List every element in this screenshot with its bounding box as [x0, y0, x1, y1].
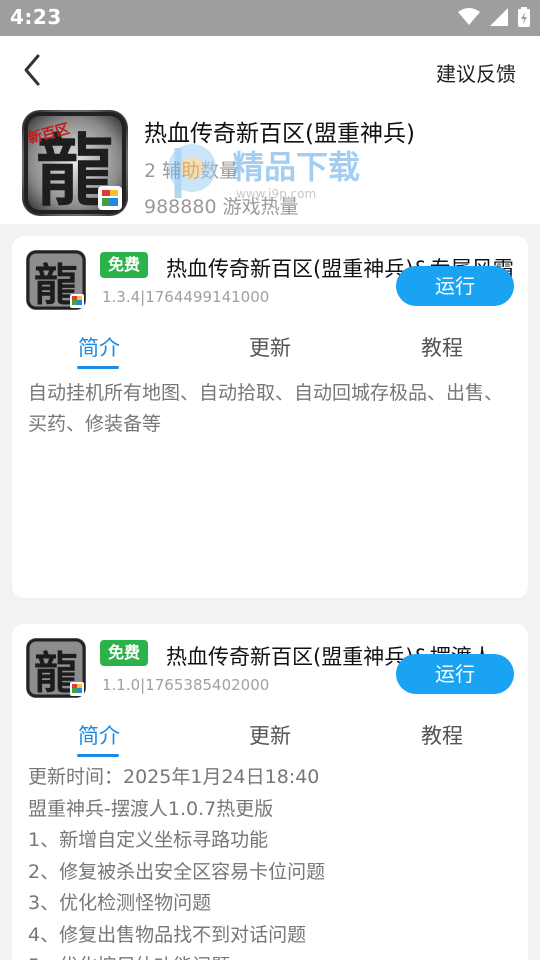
tab-update[interactable]: 更新 [249, 332, 291, 362]
free-badge: 免费 [100, 640, 149, 666]
run-button[interactable]: 运行 [396, 654, 514, 694]
plugin-icon: 龍 [26, 250, 86, 310]
changelog-line: 1、新增自定义坐标寻路功能 [28, 829, 269, 851]
tab-tutorial[interactable]: 教程 [421, 720, 463, 750]
plugin-description: 自动挂机所有地图、自动拾取、自动回城存极品、出售、买药、修装备等 [28, 382, 504, 435]
tab-intro[interactable]: 简介 [78, 720, 120, 750]
tab-intro[interactable]: 简介 [78, 332, 120, 362]
plugin-version: 1.1.0|1765385402000 [102, 676, 270, 694]
changelog-line: 3、优化检测怪物问题 [28, 892, 212, 914]
plugin-card: 龍 免费 热血传奇新百区(盟重神兵)&摆渡人 1.1.0|17653854020… [12, 624, 528, 960]
active-tab-indicator [77, 366, 119, 369]
svg-text:精品下载: 精品下载 [232, 148, 360, 186]
changelog-line: 2、修复被杀出安全区容易卡位问题 [28, 860, 326, 883]
plugin-icon: 龍 [26, 638, 86, 698]
plugin-tabs: 简介 更新 教程 [12, 326, 528, 370]
status-time: 4:23 [10, 5, 62, 29]
svg-text:www.j9p.com: www.j9p.com [236, 187, 316, 201]
plugin-card: 龍 免费 热血传奇新百区(盟重神兵)&专属风霜 1.3.4|1764499141… [12, 236, 528, 598]
plugin-tabs: 简介 更新 教程 [12, 714, 528, 758]
watermark-logo: 精品下载 www.j9p.com [168, 144, 360, 201]
tab-update[interactable]: 更新 [249, 720, 291, 750]
plugin-changelog: 更新时间：2025年1月24日18:40 盟重神兵-摆渡人1.0.7热更版 1、… [28, 762, 518, 960]
plugin-version: 1.3.4|1764499141000 [102, 288, 270, 306]
status-icons [458, 7, 530, 27]
changelog-line: 4、修复出售物品找不到对话问题 [28, 923, 307, 946]
tab-tutorial[interactable]: 教程 [421, 332, 463, 362]
game-icon: 龍 新百区 [22, 110, 128, 216]
changelog-line: 盟重神兵-摆渡人1.0.7热更版 [28, 797, 274, 820]
status-bar: 4:23 [0, 0, 540, 36]
changelog-line: 更新时间：2025年1月24日18:40 [28, 766, 320, 788]
game-header: 建议反馈 龍 新百区 热血传奇新百区(盟重神兵) 2 辅助数量 988880 游… [0, 36, 540, 224]
feedback-button[interactable]: 建议反馈 [436, 58, 516, 87]
back-arrow-icon[interactable] [18, 52, 48, 88]
changelog-line: 5、优化挖尸体功能问题 [28, 951, 518, 960]
signal-icon [490, 8, 508, 26]
run-button[interactable]: 运行 [396, 266, 514, 306]
battery-icon [518, 7, 530, 27]
active-tab-indicator [77, 754, 119, 757]
wifi-icon [458, 8, 480, 25]
free-badge: 免费 [100, 252, 149, 278]
